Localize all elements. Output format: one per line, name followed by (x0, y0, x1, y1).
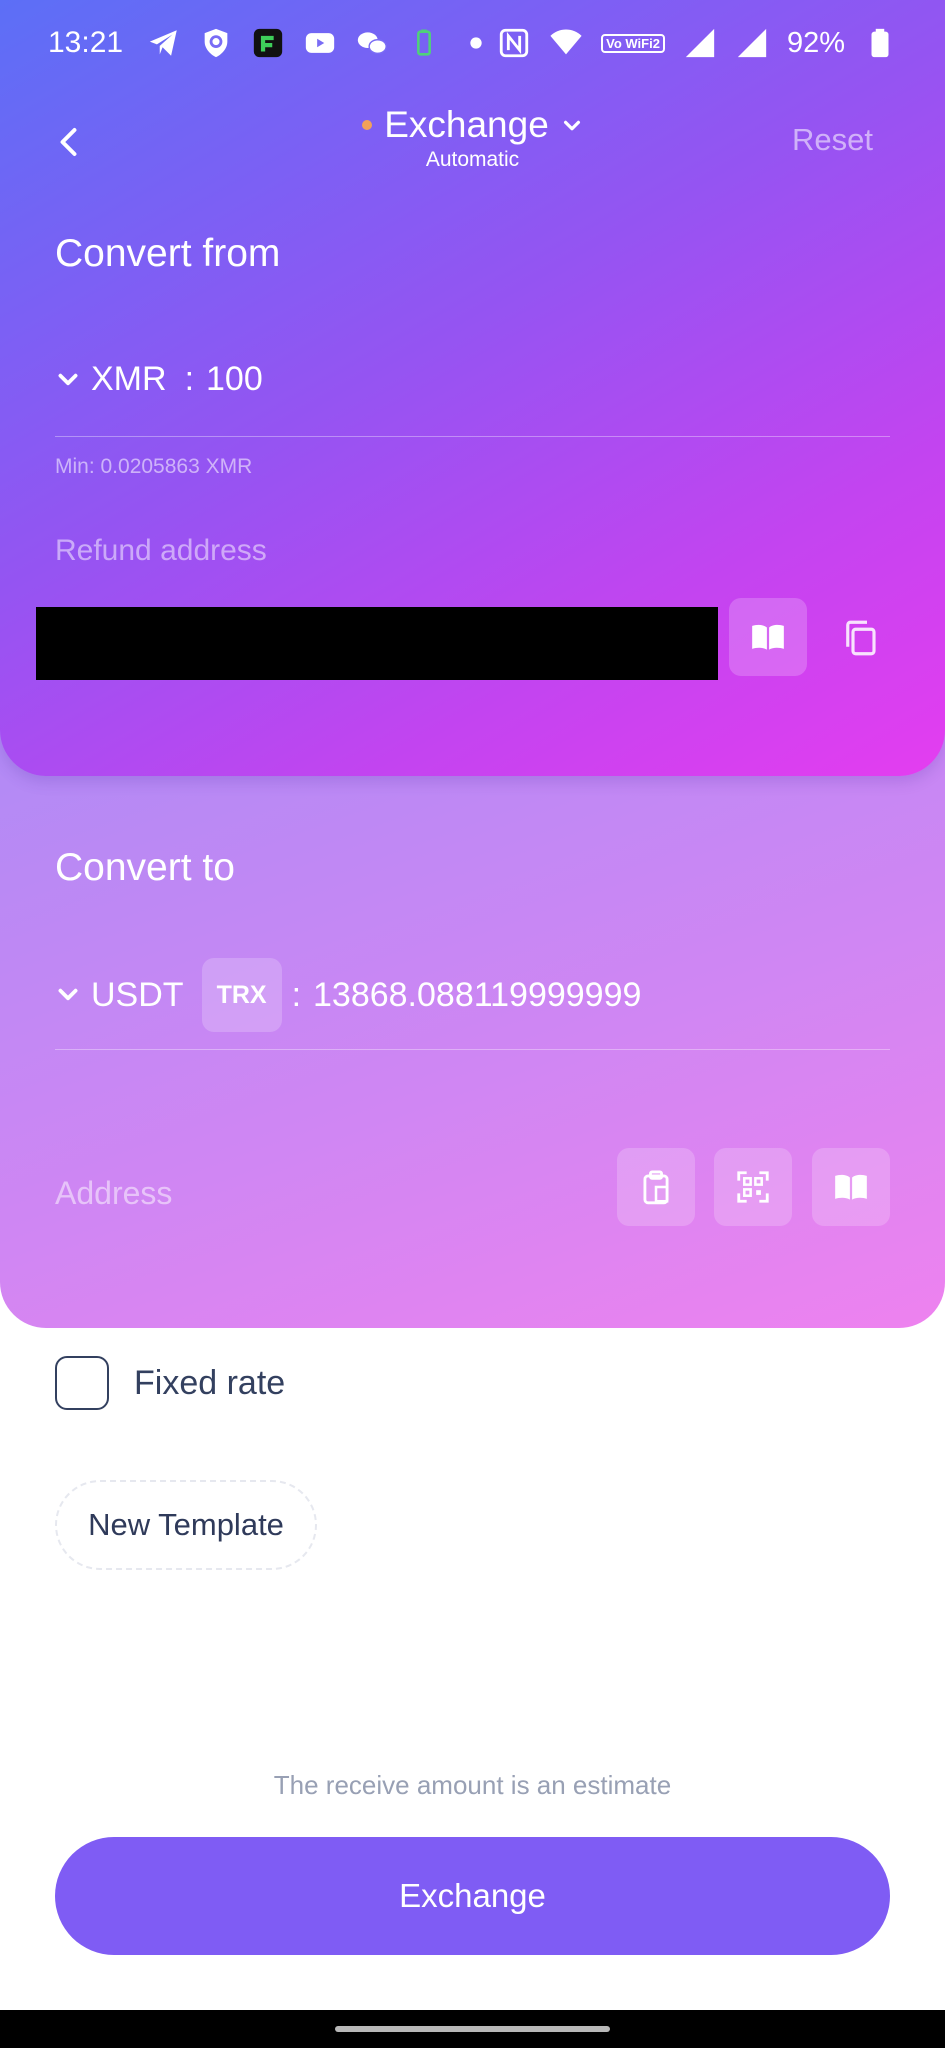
book-icon (752, 624, 784, 650)
refund-address-label: Refund address (55, 534, 267, 567)
exchange-button[interactable]: Exchange (55, 1837, 890, 1955)
home-handle[interactable] (335, 2026, 610, 2032)
from-amount-input[interactable]: 100 (206, 360, 263, 399)
battery-icon (863, 26, 897, 60)
shield-icon (199, 26, 233, 60)
clipboard-icon (643, 1170, 669, 1205)
youtube-icon (303, 26, 337, 60)
from-currency-selector[interactable]: XMR (55, 360, 167, 399)
amount-separator: : (184, 360, 195, 398)
refund-address-input[interactable] (36, 607, 718, 680)
signal-icon (735, 26, 769, 60)
to-currency-selector[interactable]: USDT (55, 976, 184, 1015)
amount-separator: : (291, 975, 302, 1014)
scan-qr-button[interactable] (714, 1148, 792, 1226)
page-title: Exchange (384, 104, 549, 145)
network-badge[interactable]: TRX (201, 958, 282, 1032)
dot-icon (459, 26, 493, 60)
qr-scan-icon (737, 1171, 769, 1203)
to-currency: USDT (91, 975, 184, 1014)
reset-button[interactable]: Reset (792, 122, 873, 158)
new-template-button[interactable]: New Template (55, 1480, 317, 1570)
to-amount-value: 13868.088119999999 (313, 975, 642, 1014)
chevron-down-icon (561, 109, 583, 142)
battery-saver-icon (407, 26, 441, 60)
fixed-rate-option[interactable]: Fixed rate (55, 1356, 285, 1410)
divider (55, 436, 890, 437)
fixed-rate-checkbox[interactable] (55, 1356, 109, 1410)
chevron-down-icon (58, 373, 78, 385)
status-dot (362, 120, 373, 130)
telegram-icon (147, 26, 181, 60)
chevron-down-icon (58, 988, 78, 1001)
wechat-icon (355, 26, 389, 60)
status-time: 13:21 (48, 26, 124, 59)
signal-icon (683, 26, 717, 60)
address-input[interactable]: Address (55, 1175, 172, 1212)
estimate-note: The receive amount is an estimate (273, 1770, 672, 1800)
min-amount-text: Min: 0.0205863 XMR (55, 455, 253, 478)
address-book-button[interactable] (812, 1148, 890, 1226)
app-icon (251, 26, 285, 60)
convert-from-title: Convert from (55, 232, 281, 275)
refund-address-book-button[interactable] (729, 598, 807, 676)
copy-button[interactable] (826, 604, 894, 672)
from-currency: XMR (91, 360, 167, 398)
wifi-icon (549, 26, 583, 60)
book-icon (835, 1174, 867, 1200)
divider (55, 1049, 890, 1050)
nfc-icon (497, 26, 531, 60)
status-bar: 13:21 Vo WiFi2 92% (0, 0, 945, 86)
battery-percent: 92% (786, 26, 845, 59)
copy-icon (846, 620, 876, 656)
from-amount-row: XMR : 100 (55, 360, 263, 399)
convert-to-title: Convert to (55, 846, 235, 889)
to-amount-row: USDT TRX : 13868.088119999999 (55, 958, 641, 1032)
paste-button[interactable] (617, 1148, 695, 1226)
vowifi-icon: Vo WiFi2 (601, 33, 665, 53)
fixed-rate-label: Fixed rate (134, 1363, 286, 1402)
